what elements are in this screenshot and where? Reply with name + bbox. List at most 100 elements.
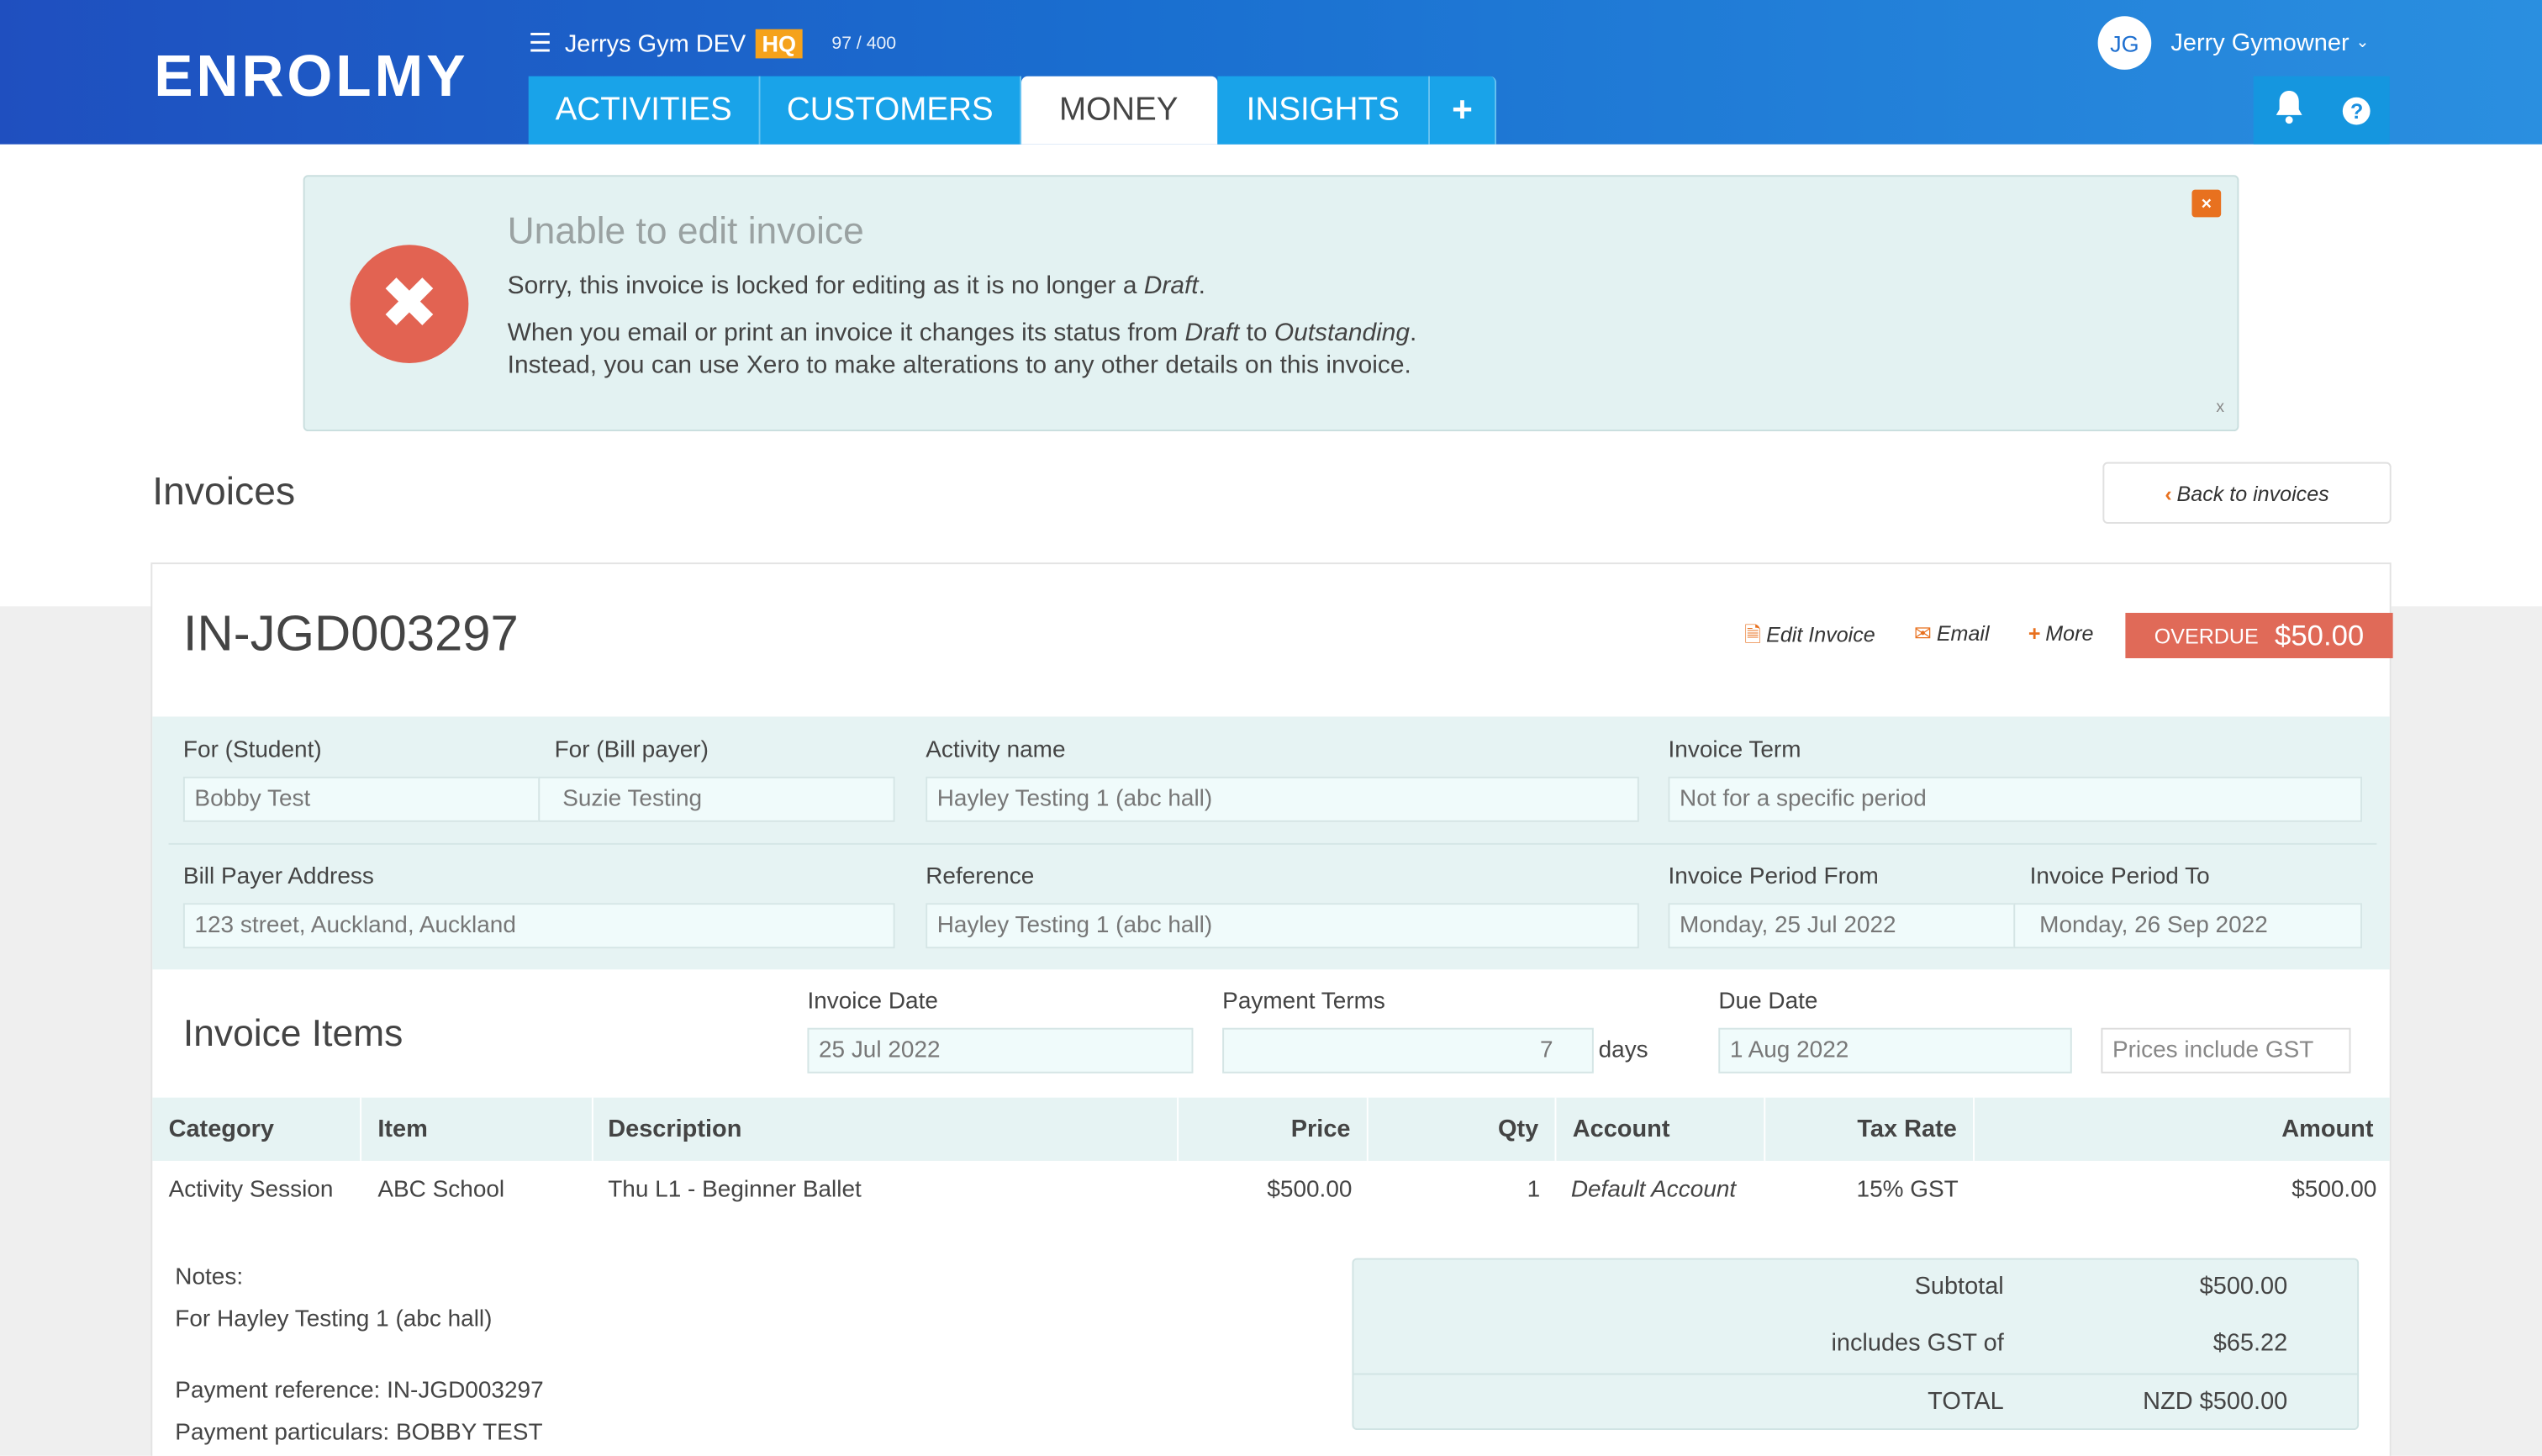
billpayer-label: For (Bill payer) (554, 737, 709, 764)
totals-panel: Subtotal $500.00 includes GST of $65.22 … (1352, 1258, 2360, 1431)
organisation-switcher[interactable]: ☰ Jerrys Gym DEV HQ 97 / 400 (529, 28, 896, 61)
error-icon: ✖ (350, 245, 469, 364)
back-button-label: Back to invoices (2176, 480, 2329, 505)
billpayer-field[interactable]: Suzie Testing (538, 776, 895, 822)
alert-title: Unable to edit invoice (507, 208, 864, 251)
subtotal-value: $500.00 (2199, 1272, 2288, 1300)
avatar: JG (2097, 16, 2152, 70)
dismiss-icon[interactable]: x (2216, 398, 2224, 416)
invoice-notes: Notes: For Hayley Testing 1 (abc hall) P… (175, 1258, 543, 1454)
subtotal-label: Subtotal (1914, 1272, 2004, 1300)
invoice-actions: 🗎 Edit Invoice ✉ Email + More (1744, 621, 2093, 657)
app-root: ENROLMY ☰ Jerrys Gym DEV HQ 97 / 400 JG … (0, 0, 2542, 1456)
reference-field[interactable]: Hayley Testing 1 (abc hall) (926, 903, 1639, 949)
cell-tax-rate: 15% GST (1856, 1177, 1959, 1204)
gst-select[interactable]: Prices include GST (2101, 1027, 2351, 1074)
close-alert-button[interactable]: × (2191, 189, 2222, 218)
cell-account: Default Account (1570, 1177, 1737, 1204)
main-tabs: ACTIVITIES CUSTOMERS MONEY INSIGHTS + (528, 76, 1497, 145)
cell-price: $500.00 (1267, 1177, 1353, 1204)
col-tax-rate: Tax Rate (1765, 1097, 1975, 1161)
total-label: TOTAL (1928, 1387, 2004, 1416)
help-icon[interactable]: ? (2343, 96, 2371, 124)
period-to-field[interactable]: Monday, 26 Sep 2022 (2013, 903, 2362, 949)
due-date-label: Due Date (1718, 989, 1818, 1016)
tab-money[interactable]: MONEY (1021, 76, 1218, 145)
period-from-label: Invoice Period From (1668, 863, 1879, 890)
user-name: Jerry Gymowner (2170, 29, 2350, 57)
payment-particulars: Payment particulars: BOBBY TEST (175, 1419, 543, 1446)
period-to-label: Invoice Period To (2029, 863, 2210, 890)
subtotal-row: Subtotal $500.00 (1353, 1260, 2359, 1317)
gst-row: includes GST of $65.22 (1353, 1316, 2359, 1374)
alert-line-3: Instead, you can use Xero to make altera… (507, 351, 1411, 380)
divider (168, 842, 2377, 845)
back-to-invoices-button[interactable]: ‹ Back to invoices (2102, 462, 2392, 524)
total-row: TOTAL NZD $500.00 (1353, 1373, 2360, 1431)
alert-line-1: Sorry, this invoice is locked for editin… (507, 272, 1205, 300)
alert-line-2: When you email or print an invoice it ch… (507, 319, 1417, 347)
total-value: NZD $500.00 (2143, 1387, 2288, 1416)
cell-description: Thu L1 - Beginner Ballet (608, 1177, 862, 1204)
envelope-icon: ✉ (1914, 620, 1933, 646)
due-date-field[interactable]: 1 Aug 2022 (1718, 1027, 2072, 1074)
status-amount: $50.00 (2275, 618, 2365, 652)
locked-invoice-alert: ✖ Unable to edit invoice Sorry, this inv… (303, 175, 2239, 432)
payment-reference: Payment reference: IN-JGD003297 (175, 1378, 544, 1405)
gst-value: $65.22 (2212, 1329, 2288, 1358)
add-tab-button[interactable]: + (1430, 76, 1497, 145)
alert-body: Sorry, this invoice is locked for editin… (508, 271, 1417, 397)
activity-field[interactable]: Hayley Testing 1 (abc hall) (926, 776, 1639, 822)
invoice-items-title: Invoice Items (182, 1011, 403, 1054)
term-field[interactable]: Not for a specific period (1668, 776, 2362, 822)
plus-icon: + (2028, 620, 2041, 646)
payment-terms-field[interactable]: 7 (1222, 1027, 1594, 1074)
user-menu[interactable]: JG Jerry Gymowner ⌄ (2097, 16, 2370, 70)
notes-text: For Hayley Testing 1 (abc hall) (175, 1306, 493, 1332)
invoice-card: IN-JGD003297 🗎 Edit Invoice ✉ Email + More … (150, 562, 2393, 1456)
edit-invoice-link[interactable]: 🗎 Edit Invoice (1744, 621, 1875, 657)
days-label: days (1598, 1037, 1648, 1064)
address-field[interactable]: 123 street, Auckland, Auckland (182, 903, 895, 949)
org-name: Jerrys Gym DEV (564, 29, 746, 58)
invoice-number: IN-JGD003297 (182, 604, 519, 662)
document-icon: 🗎 (1744, 622, 1762, 647)
cell-category: Activity Session (168, 1177, 334, 1204)
payment-terms-label: Payment Terms (1222, 989, 1385, 1016)
cell-qty: 1 (1527, 1177, 1541, 1204)
tab-customers[interactable]: CUSTOMERS (760, 76, 1022, 145)
student-field[interactable]: Bobby Test (182, 776, 541, 822)
top-navigation-bar: ENROLMY ☰ Jerrys Gym DEV HQ 97 / 400 JG … (0, 0, 2542, 145)
col-amount: Amount (2281, 1115, 2374, 1143)
invoice-date-field[interactable]: 25 Jul 2022 (807, 1027, 1194, 1074)
period-from-field[interactable]: Monday, 25 Jul 2022 (1668, 903, 2016, 949)
col-price: Price (1179, 1097, 1369, 1161)
col-qty: Qty (1369, 1097, 1557, 1161)
enrolmy-logo[interactable]: ENROLMY (154, 42, 468, 110)
email-link[interactable]: ✉ Email (1914, 621, 1990, 657)
page-title: Invoices (152, 470, 296, 514)
menu-icon[interactable]: ☰ (529, 28, 552, 61)
usage-count: 97 / 400 (831, 34, 897, 54)
col-description: Description (593, 1097, 1179, 1161)
activity-label: Activity name (926, 737, 1066, 764)
chevron-left-icon: ‹ (2165, 480, 2172, 505)
tab-insights[interactable]: INSIGHTS (1217, 76, 1431, 145)
term-label: Invoice Term (1668, 737, 1801, 764)
more-link[interactable]: + More (2028, 621, 2094, 657)
reference-label: Reference (926, 863, 1035, 890)
hq-badge: HQ (755, 29, 803, 59)
cell-amount: $500.00 (2291, 1177, 2377, 1204)
col-item: Item (361, 1097, 593, 1161)
col-category: Category (152, 1097, 362, 1161)
invoice-details-panel: For (Student) For (Bill payer) Bobby Tes… (152, 716, 2390, 970)
cell-item: ABC School (377, 1177, 505, 1204)
tab-activities[interactable]: ACTIVITIES (528, 76, 761, 145)
notes-label: Notes: (175, 1264, 244, 1291)
chevron-down-icon: ⌄ (2355, 34, 2370, 52)
bell-icon[interactable] (2272, 88, 2305, 132)
gst-label: includes GST of (1831, 1329, 2004, 1358)
address-label: Bill Payer Address (182, 863, 374, 890)
col-account: Account (1556, 1097, 1766, 1161)
status-label: OVERDUE (2154, 623, 2259, 648)
